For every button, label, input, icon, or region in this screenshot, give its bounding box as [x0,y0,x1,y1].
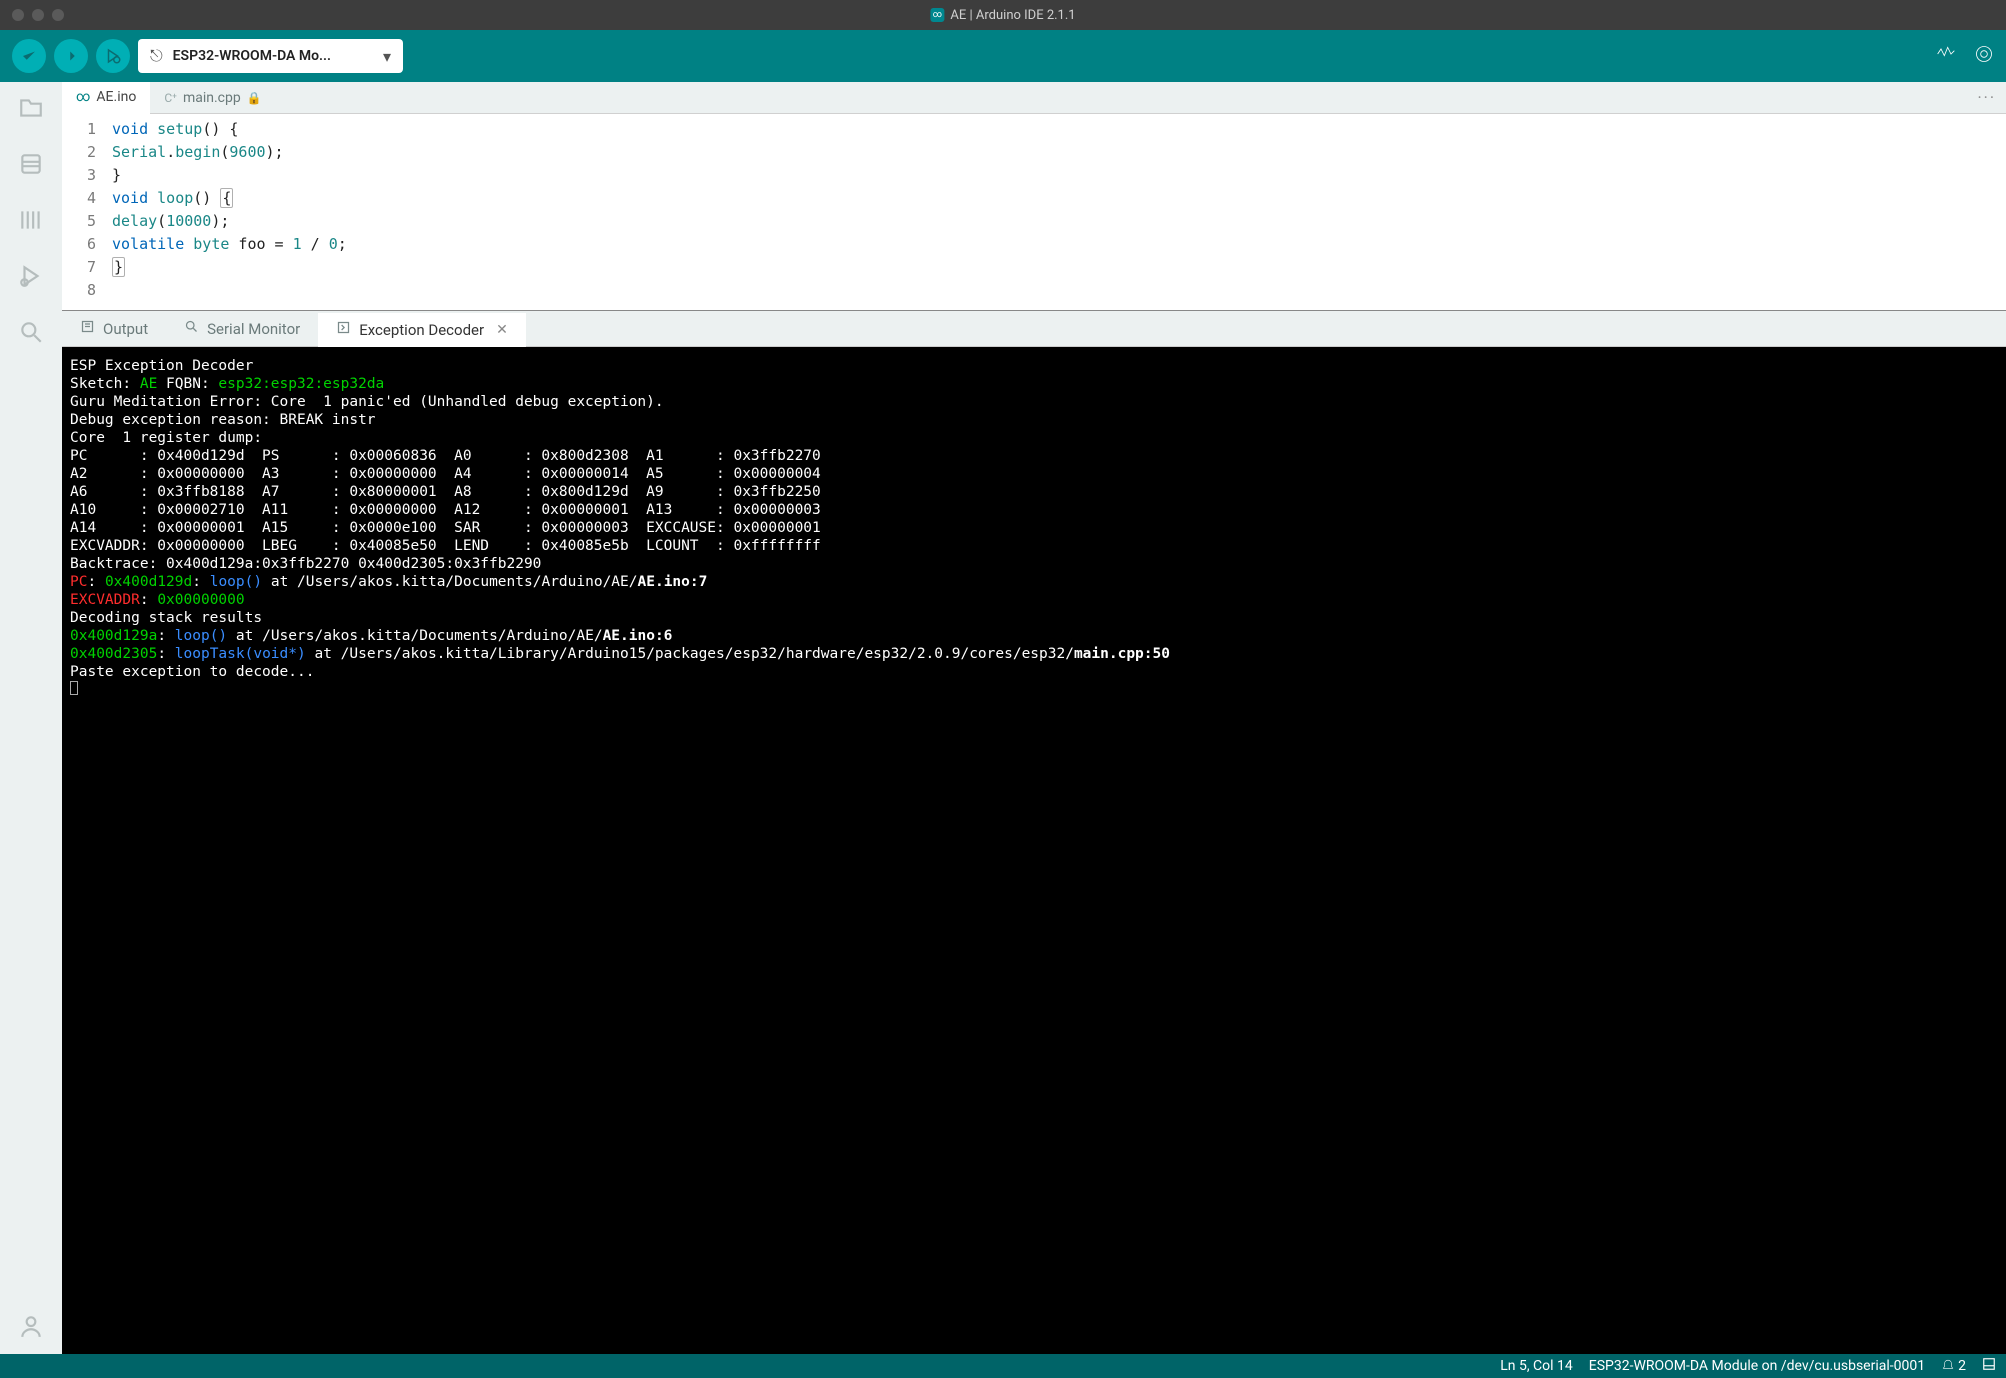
debug-icon[interactable] [17,262,45,290]
tab-label: main.cpp [183,90,241,106]
status-board-label[interactable]: ESP32-WROOM-DA Module on /dev/cu.usbseri… [1589,1358,1925,1374]
minimize-window-icon[interactable] [32,9,44,21]
zoom-window-icon[interactable] [52,9,64,21]
panel-tab-label: Exception Decoder [359,321,484,339]
board-manager-icon[interactable] [17,150,45,178]
panel-tab-output[interactable]: Output [62,311,166,347]
arduino-file-icon: ∞ [76,89,90,105]
panel-tab-icon [80,319,95,338]
titlebar: ∞ AE | Arduino IDE 2.1.1 [0,0,2006,30]
window-title-text: AE | Arduino IDE 2.1.1 [950,8,1075,23]
verify-button[interactable] [12,39,46,73]
serial-plotter-button[interactable] [1936,44,1956,68]
close-tab-icon[interactable]: ✕ [496,322,508,338]
close-window-icon[interactable] [12,9,24,21]
file-tab-main-cpp[interactable]: C⁺ main.cpp 🔒 [150,82,275,114]
editor-tabs: ∞ AE.ino C⁺ main.cpp 🔒 ··· [62,82,2006,114]
console-output[interactable]: ESP Exception DecoderSketch: AE FQBN: es… [62,347,2006,1354]
panel-tab-icon [336,320,351,339]
panel-tab-exception-decoder[interactable]: Exception Decoder ✕ [318,311,526,347]
notifications-button[interactable]: 2 [1941,1358,1966,1374]
panel-tabs: Output Serial Monitor Exception Decoder ✕ [62,311,2006,347]
bottom-panel: Output Serial Monitor Exception Decoder ✕ E… [62,310,2006,1354]
window-title: ∞ AE | Arduino IDE 2.1.1 [930,8,1075,23]
selected-board-label: ESP32-WROOM-DA Mo... [173,48,331,64]
serial-monitor-button[interactable] [1974,44,1994,68]
upload-button[interactable] [54,39,88,73]
sketchbook-icon[interactable] [17,94,45,122]
panel-tab-serial-monitor[interactable]: Serial Monitor [166,311,318,347]
code-content[interactable]: void setup() { Serial.begin(9600);}void … [112,114,347,310]
code-editor[interactable]: 12345678 void setup() { Serial.begin(960… [62,114,2006,310]
lock-icon: 🔒 [247,91,262,105]
cpp-file-icon: C⁺ [164,91,177,105]
arduino-logo-icon: ∞ [930,8,944,22]
chevron-down-icon: ▾ [383,47,391,66]
editor-column: ∞ AE.ino C⁺ main.cpp 🔒 ··· 12345678 void set… [62,82,2006,1354]
cursor-position-label[interactable]: Ln 5, Col 14 [1500,1358,1573,1374]
tab-label: AE.ino [96,89,136,105]
statusbar: Ln 5, Col 14 ESP32-WROOM-DA Module on /d… [0,1354,2006,1378]
window-controls [12,9,64,21]
tabs-overflow-button[interactable]: ··· [1977,88,2006,107]
text-cursor [70,681,78,695]
main-area: ∞ AE.ino C⁺ main.cpp 🔒 ··· 12345678 void set… [0,82,2006,1354]
notifications-count: 2 [1958,1358,1966,1374]
panel-tab-label: Output [103,320,148,338]
activity-bar [0,82,62,1354]
usb-icon: ⎋ [150,46,163,66]
board-selector[interactable]: ⎋ ESP32-WROOM-DA Mo... ▾ [138,39,403,73]
panel-tab-icon [184,319,199,338]
library-manager-icon[interactable] [17,206,45,234]
toolbar: ⎋ ESP32-WROOM-DA Mo... ▾ [0,30,2006,82]
account-icon[interactable] [17,1312,45,1340]
toolbar-right [1936,44,1994,68]
close-panel-icon[interactable] [1982,1357,1996,1375]
panel-tab-label: Serial Monitor [207,320,300,338]
search-icon[interactable] [17,318,45,346]
file-tab-AE-ino[interactable]: ∞ AE.ino [62,82,150,114]
debug-button[interactable] [96,39,130,73]
line-gutter: 12345678 [62,114,112,310]
